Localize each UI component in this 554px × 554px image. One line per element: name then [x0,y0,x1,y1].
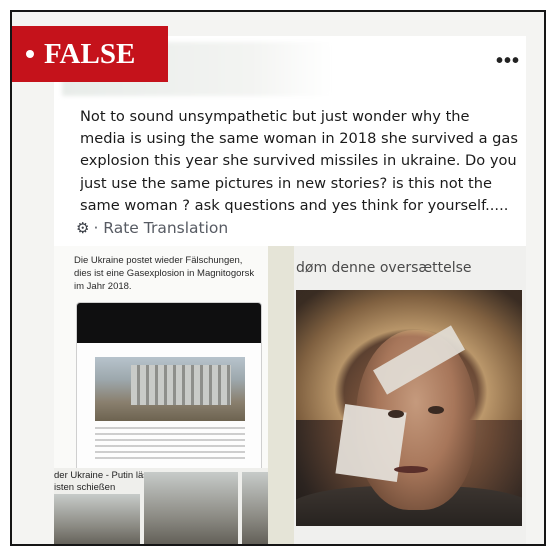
post-text-line: media is using the same woman in 2018 sh… [80,130,518,148]
damaged-building-photo [95,357,245,421]
footer-text: der Ukraine - Putin lässt isten schießen [54,470,155,494]
caption-line: im Jahr 2018. [74,281,132,292]
social-post-screenshot: ••• Not to sound unsympathetic but just … [54,36,526,544]
gear-icon: ⚙ [76,219,90,237]
fact-check-image: FALSE ••• Not to sound unsympathetic but… [10,10,546,546]
embedded-phone-screenshot [76,302,262,474]
post-text: Not to sound unsympathetic but just wond… [80,106,526,218]
injured-woman-photo [296,290,522,526]
left-image-footer: der Ukraine - Putin lässt isten schießen [54,468,288,544]
caption-line: Die Ukraine postet wieder Fälschungen, [74,255,243,266]
false-badge: FALSE [12,26,168,82]
attached-image-right[interactable]: døm denne oversættelse [294,246,526,544]
right-image-caption: døm denne oversættelse [296,260,472,276]
more-horizontal-icon[interactable]: ••• [496,50,520,73]
left-image-caption: Die Ukraine postet wieder Fälschungen, d… [74,254,274,293]
bullet-icon [26,50,34,58]
attached-image-left[interactable]: Die Ukraine postet wieder Fälschungen, d… [54,246,288,544]
rate-translation-link[interactable]: ⚙ · Rate Translation [76,219,228,237]
phone-caption-text [95,427,245,463]
footer-line: isten schießen [54,482,116,493]
rate-translation-label: · Rate Translation [93,219,229,237]
thumbnail-photo [54,494,140,544]
post-text-line: just use the same pictures in new storie… [80,174,492,192]
post-text-line: same woman ? ask questions and yes think… [80,196,509,214]
phone-header [77,303,261,343]
caption-line: dies ist eine Gasexplosion in Magnitogor… [74,268,255,279]
footer-line: der Ukraine - Putin lässt [54,470,156,481]
post-text-line: Not to sound unsympathetic but just wond… [80,108,470,125]
thumbnail-photo [144,472,238,544]
image-divider [268,246,294,544]
post-text-line: explosion this year she survived missile… [80,152,517,170]
badge-label: FALSE [44,37,136,70]
